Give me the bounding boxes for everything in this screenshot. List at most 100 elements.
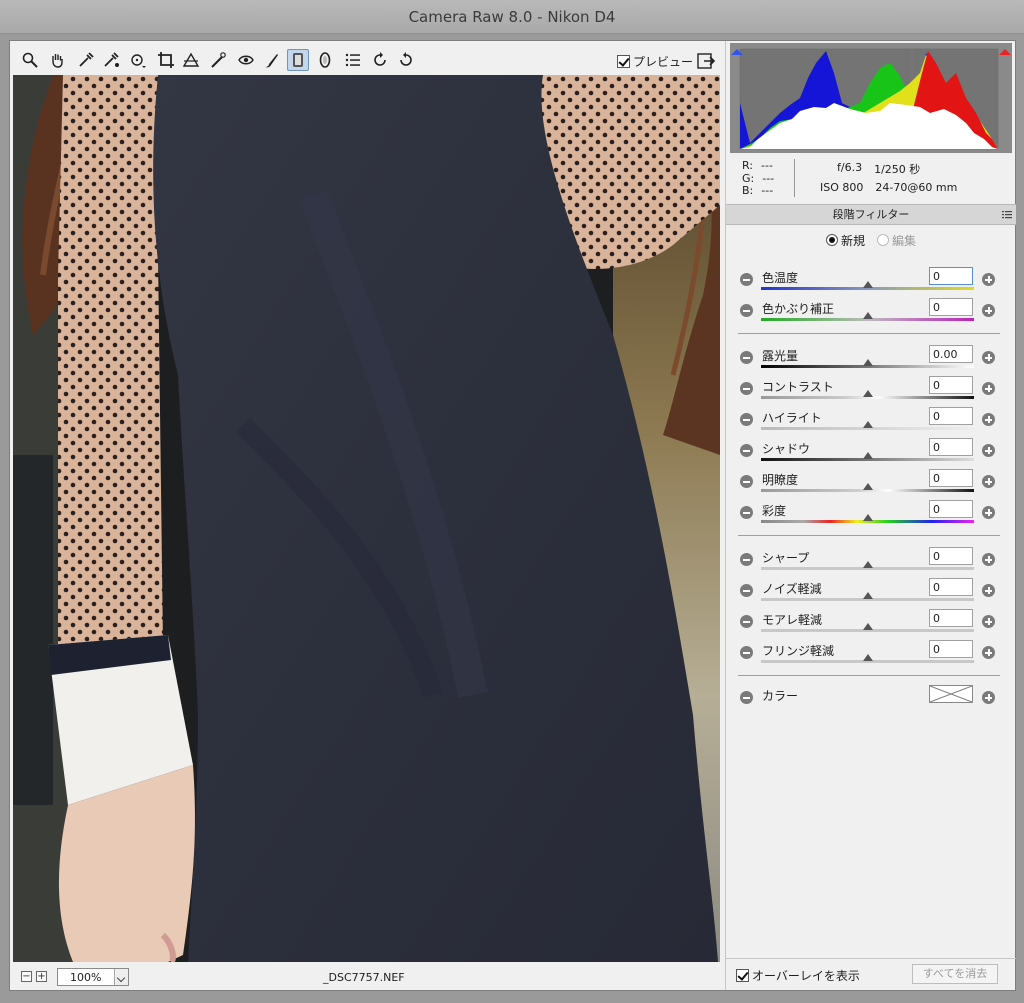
param-value-field[interactable]: 0	[929, 578, 973, 596]
param-value-field[interactable]: 0	[929, 500, 973, 518]
increase-icon[interactable]	[982, 444, 995, 457]
decrease-icon[interactable]	[740, 584, 753, 597]
rotate-ccw-button[interactable]	[369, 49, 391, 71]
zoom-in-button[interactable]: +	[36, 971, 47, 982]
param-row: フリンジ軽減 0	[726, 640, 1016, 671]
param-row: 明瞭度 0	[726, 469, 1016, 500]
increase-icon[interactable]	[982, 646, 995, 659]
slider-thumb[interactable]	[862, 654, 873, 661]
color-plus-icon[interactable]	[982, 691, 995, 704]
adjustment-brush-button[interactable]	[260, 49, 282, 71]
adjustment-brush-icon	[265, 54, 278, 68]
histogram-graph	[730, 43, 1012, 153]
decrease-icon[interactable]	[740, 304, 753, 317]
param-label: 色温度	[762, 271, 799, 285]
decrease-icon[interactable]	[740, 506, 753, 519]
param-value-field[interactable]: 0	[929, 640, 973, 658]
red-eye-removal-button[interactable]	[235, 49, 257, 71]
decrease-icon[interactable]	[740, 646, 753, 659]
param-value-field[interactable]: 0	[929, 407, 973, 425]
decrease-icon[interactable]	[740, 444, 753, 457]
color-minus-icon[interactable]	[740, 691, 753, 704]
param-row: コントラスト 0	[726, 376, 1016, 407]
increase-icon[interactable]	[982, 304, 995, 317]
increase-icon[interactable]	[982, 382, 995, 395]
radio-icon	[877, 234, 889, 246]
white-balance-tool-icon	[79, 52, 94, 67]
param-value-field[interactable]: 0	[929, 609, 973, 627]
decrease-icon[interactable]	[740, 351, 753, 364]
preview-label: プレビュー	[633, 54, 694, 69]
histogram	[730, 43, 1012, 153]
white-balance-tool-button[interactable]	[75, 49, 97, 71]
show-overlay-checkbox[interactable]: オーバーレイを表示	[736, 967, 860, 984]
param-label: ハイライト	[762, 411, 822, 425]
zoom-level-select[interactable]: 100%	[57, 968, 129, 986]
slider-thumb[interactable]	[862, 561, 873, 568]
camera-raw-window: プレビュー − + 100% _DSC7757.NEF R: --- G: --…	[9, 40, 1016, 991]
slider-thumb[interactable]	[862, 281, 873, 288]
no-color-icon	[929, 685, 973, 703]
mask-mode-group: 新規 編集	[726, 231, 1016, 249]
increase-icon[interactable]	[982, 475, 995, 488]
preview-check-icon[interactable]	[617, 54, 630, 68]
param-value-field[interactable]: 0.00	[929, 345, 973, 363]
slider-thumb[interactable]	[862, 592, 873, 599]
color-swatch[interactable]	[929, 685, 973, 703]
increase-icon[interactable]	[982, 506, 995, 519]
rotate-cw-button[interactable]	[395, 49, 417, 71]
color-sampler-tool-button[interactable]	[100, 49, 122, 71]
increase-icon[interactable]	[982, 413, 995, 426]
decrease-icon[interactable]	[740, 413, 753, 426]
overlay-check-icon[interactable]	[736, 969, 749, 982]
preferences-button[interactable]	[342, 49, 364, 71]
param-label: 明瞭度	[762, 473, 799, 487]
zoom-tool-button[interactable]	[19, 49, 41, 71]
param-value-field[interactable]: 0	[929, 267, 973, 285]
mode-new-radio[interactable]: 新規	[825, 231, 865, 249]
decrease-icon[interactable]	[740, 475, 753, 488]
param-value-field[interactable]: 0	[929, 298, 973, 316]
targeted-adjustment-tool-button[interactable]	[127, 49, 149, 71]
preview-checkbox[interactable]: プレビュー	[617, 53, 693, 69]
panel-menu-icon[interactable]	[1002, 209, 1012, 219]
fullscreen-toggle-button[interactable]	[696, 51, 716, 71]
slider-thumb[interactable]	[862, 421, 873, 428]
image-preview[interactable]	[13, 75, 720, 962]
slider-thumb[interactable]	[862, 312, 873, 319]
radial-filter-button[interactable]	[314, 49, 336, 71]
crop-tool-button[interactable]	[155, 49, 177, 71]
slider-thumb[interactable]	[862, 359, 873, 366]
param-value-field[interactable]: 0	[929, 547, 973, 565]
slider-thumb[interactable]	[862, 452, 873, 459]
slider-thumb[interactable]	[862, 514, 873, 521]
increase-icon[interactable]	[982, 351, 995, 364]
param-value-field[interactable]: 0	[929, 438, 973, 456]
slider-thumb[interactable]	[862, 483, 873, 490]
param-value-field[interactable]: 0	[929, 376, 973, 394]
spot-removal-tool-button[interactable]	[207, 49, 229, 71]
increase-icon[interactable]	[982, 584, 995, 597]
param-label: 色かぶり補正	[762, 302, 835, 316]
slider-thumb[interactable]	[862, 390, 873, 397]
straighten-tool-button[interactable]	[180, 49, 202, 71]
increase-icon[interactable]	[982, 553, 995, 566]
show-overlay-label: オーバーレイを表示	[752, 969, 860, 983]
slider-thumb[interactable]	[862, 623, 873, 630]
decrease-icon[interactable]	[740, 553, 753, 566]
straighten-tool-icon	[182, 52, 200, 67]
panel-footer: オーバーレイを表示 すべてを消去	[726, 958, 1016, 990]
panel-header: 段階フィルター	[726, 204, 1016, 225]
hand-tool-button[interactable]	[46, 49, 68, 71]
param-value-field[interactable]: 0	[929, 469, 973, 487]
zoom-out-button[interactable]: −	[21, 971, 32, 982]
decrease-icon[interactable]	[740, 382, 753, 395]
graduated-filter-button[interactable]	[287, 49, 309, 71]
increase-icon[interactable]	[982, 615, 995, 628]
decrease-icon[interactable]	[740, 273, 753, 286]
param-label: 彩度	[762, 504, 787, 518]
decrease-icon[interactable]	[740, 615, 753, 628]
param-label: フリンジ軽減	[762, 644, 835, 658]
increase-icon[interactable]	[982, 273, 995, 286]
toolbar: プレビュー	[14, 45, 719, 75]
